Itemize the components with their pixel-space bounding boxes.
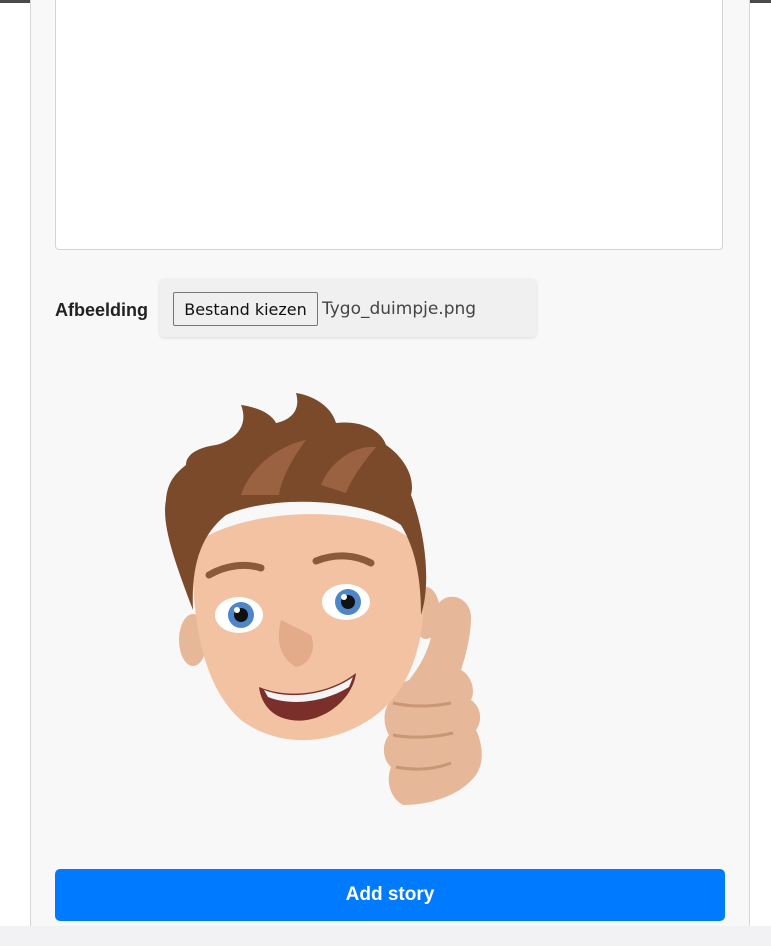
left-eye bbox=[215, 597, 263, 633]
story-form-panel: Afbeelding Bestand kiezen Tygo_duimpje.p… bbox=[30, 0, 750, 926]
bottom-strip bbox=[0, 926, 771, 946]
memoji-thumbs-up-image bbox=[165, 393, 482, 805]
choose-file-button[interactable]: Bestand kiezen bbox=[173, 292, 318, 326]
right-eye bbox=[322, 584, 370, 620]
file-input[interactable]: Bestand kiezen Tygo_duimpje.png bbox=[160, 279, 536, 337]
add-story-button[interactable]: Add story bbox=[55, 869, 725, 921]
story-textarea[interactable] bbox=[55, 0, 723, 250]
image-label: Afbeelding bbox=[55, 300, 148, 320]
selected-file-name: Tygo_duimpje.png bbox=[322, 299, 477, 319]
